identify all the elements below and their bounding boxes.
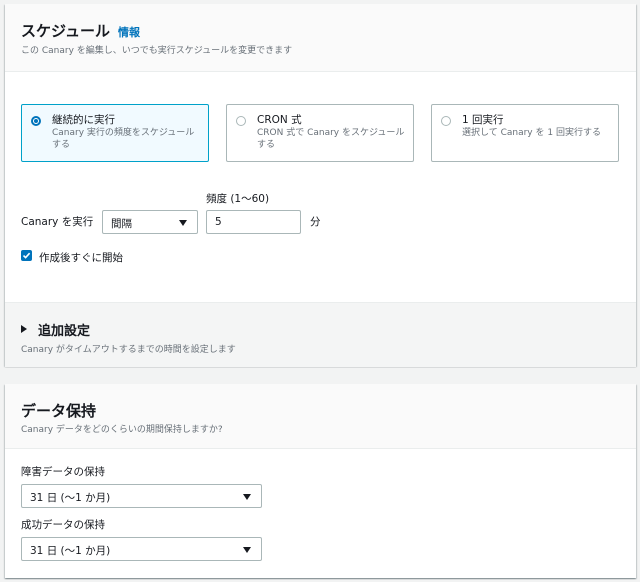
option-description: 選択して Canary を 1 回実行する <box>462 128 601 138</box>
additional-settings-description: Canary がタイムアウトするまでの時間を設定します <box>21 345 236 355</box>
frequency-unit: 分 <box>310 216 321 228</box>
start-immediately-label: 作成後すぐに開始 <box>39 252 123 264</box>
option-description: CRON 式で Canary をスケジュールする <box>257 128 405 150</box>
option-label: 継続的に実行 <box>52 114 115 126</box>
success-retention-value: 31 日 (〜1 か月) <box>30 545 111 557</box>
success-retention-label: 成功データの保持 <box>21 519 105 531</box>
data-retention-panel: データ保持 Canary データをどのくらいの期間保持しますか? 障害データの保… <box>5 384 636 578</box>
failure-retention-label: 障害データの保持 <box>21 466 105 478</box>
caret-down-icon <box>243 547 251 553</box>
caret-down-icon <box>243 494 251 500</box>
option-run-once[interactable]: 1 回実行 選択して Canary を 1 回実行する <box>431 104 619 162</box>
schedule-panel: スケジュール 情報 この Canary を編集し、いつでも実行スケジュールを変更で… <box>5 4 636 367</box>
data-retention-title: データ保持 <box>21 402 97 420</box>
option-description: Canary 実行の頻度をスケジュールする <box>52 128 195 150</box>
failure-retention-select[interactable]: 31 日 (〜1 か月) <box>21 484 262 508</box>
check-icon <box>22 252 31 259</box>
data-retention-description: Canary データをどのくらいの期間保持しますか? <box>21 425 223 435</box>
schedule-header: スケジュール 情報 この Canary を編集し、いつでも実行スケジュールを変更で… <box>5 4 636 72</box>
caret-down-icon <box>179 220 187 226</box>
additional-settings-toggle[interactable]: 追加設定 <box>38 320 90 339</box>
option-label: 1 回実行 <box>462 114 504 126</box>
additional-settings-section: 追加設定 Canary がタイムアウトするまでの時間を設定します <box>5 302 636 367</box>
frequency-input[interactable]: 5 <box>206 210 301 234</box>
start-immediately-checkbox[interactable] <box>21 250 32 261</box>
run-mode-value: 間隔 <box>111 218 132 230</box>
radio-run-once[interactable] <box>441 116 451 126</box>
caret-right-icon[interactable] <box>21 325 27 333</box>
schedule-description: この Canary を編集し、いつでも実行スケジュールを変更できます <box>21 46 293 56</box>
success-retention-select[interactable]: 31 日 (〜1 か月) <box>21 537 262 561</box>
radio-cron-expression[interactable] <box>236 116 246 126</box>
run-canary-label: Canary を実行 <box>21 216 94 228</box>
option-label: CRON 式 <box>257 114 302 126</box>
schedule-title: スケジュール 情報 <box>21 20 140 41</box>
run-mode-select[interactable]: 間隔 <box>102 210 198 234</box>
option-run-continuously[interactable]: 継続的に実行 Canary 実行の頻度をスケジュールする <box>21 104 209 162</box>
info-link[interactable]: 情報 <box>118 26 140 39</box>
radio-run-continuously[interactable] <box>31 116 41 126</box>
data-retention-header: データ保持 Canary データをどのくらいの期間保持しますか? <box>5 384 636 449</box>
option-cron-expression[interactable]: CRON 式 CRON 式で Canary をスケジュールする <box>226 104 414 162</box>
frequency-label: 頻度 (1〜60) <box>206 193 270 205</box>
schedule-title-text: スケジュール <box>21 22 110 40</box>
failure-retention-value: 31 日 (〜1 か月) <box>30 492 111 504</box>
